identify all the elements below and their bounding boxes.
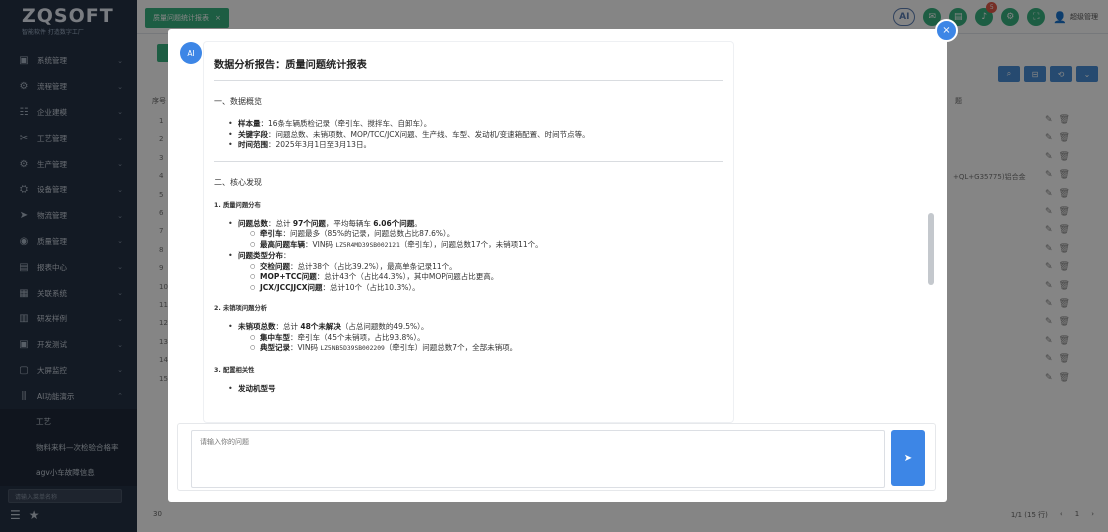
report-message: 数据分析报告：质量问题统计报表 一、数据概览 样本量：16条车辆质检记录（牵引车…	[204, 42, 733, 422]
question-input[interactable]	[191, 430, 885, 488]
list-item: 牵引车：问题最多（85%的记录，问题总数占比87.6%）。	[250, 229, 723, 240]
list-item: 未销项总数：总计 48个未解决（占总问题数的49.5%）。 集中车型：牵引车（4…	[228, 322, 723, 355]
send-button[interactable]: ➤	[891, 430, 925, 486]
subsection-heading: 2. 未销项问题分析	[214, 305, 268, 312]
list-item: JCX/JCCJJCX问题：总计10个（占比10.3%）。	[250, 283, 723, 294]
overview-list: 样本量：16条车辆质检记录（牵引车、搅拌车、自卸车）。 关键字段：问题总数、未销…	[214, 119, 723, 151]
list-item: 关键字段：问题总数、未销项数、MOP/TCC/JCX问题、生产线、车型、发动机/…	[228, 130, 723, 141]
list-item: 问题类型分布： 交检问题：总计38个（占比39.2%），最高单条记录11个。 M…	[228, 251, 723, 293]
list-item: 时间范围：2025年3月1日至3月13日。	[228, 140, 723, 151]
list-item: 发动机型号	[228, 384, 723, 395]
section-heading: 一、数据概览	[214, 97, 262, 106]
subsection-heading: 3. 配置相关性	[214, 366, 255, 374]
list-item: 样本量：16条车辆质检记录（牵引车、搅拌车、自卸车）。	[228, 119, 723, 130]
list-item: 集中车型：牵引车（45个未销项，占比93.8%）。	[250, 333, 723, 344]
list-item: 典型记录：VIN码 LZ5NB5D39SB002209（牵引车）问题总数7个，全…	[250, 343, 723, 355]
findings-list: 问题总数：总计 97个问题，平均每辆车 6.06个问题。 牵引车：问题最多（85…	[214, 219, 723, 294]
divider	[214, 160, 723, 162]
list-item: 问题总数：总计 97个问题，平均每辆车 6.06个问题。 牵引车：问题最多（85…	[228, 219, 723, 252]
list-item: 交检问题：总计38个（占比39.2%），最高单条记录11个。	[250, 262, 723, 273]
config-list: 发动机型号	[214, 384, 723, 395]
close-icon: ×	[942, 25, 951, 36]
send-icon: ➤	[903, 452, 913, 464]
unresolved-list: 未销项总数：总计 48个未解决（占总问题数的49.5%）。 集中车型：牵引车（4…	[214, 322, 723, 355]
section-heading: 二、核心发现	[214, 177, 262, 187]
list-item: MOP+TCC问题：总计43个（占比44.3%），其中MOP问题占比更高。	[250, 272, 723, 283]
list-item: 最高问题车辆：VIN码 LZ5R4MD39SB002121（牵引车），问题总数1…	[250, 240, 723, 252]
chat-input-area: ➤	[177, 423, 936, 491]
subsection-heading: 1. 质量问题分布	[214, 201, 261, 209]
dialog-close-button[interactable]: ×	[935, 19, 958, 42]
scrollbar-thumb[interactable]	[928, 213, 934, 285]
report-title: 数据分析报告：质量问题统计报表	[214, 56, 723, 81]
ai-avatar: AI	[180, 42, 202, 64]
